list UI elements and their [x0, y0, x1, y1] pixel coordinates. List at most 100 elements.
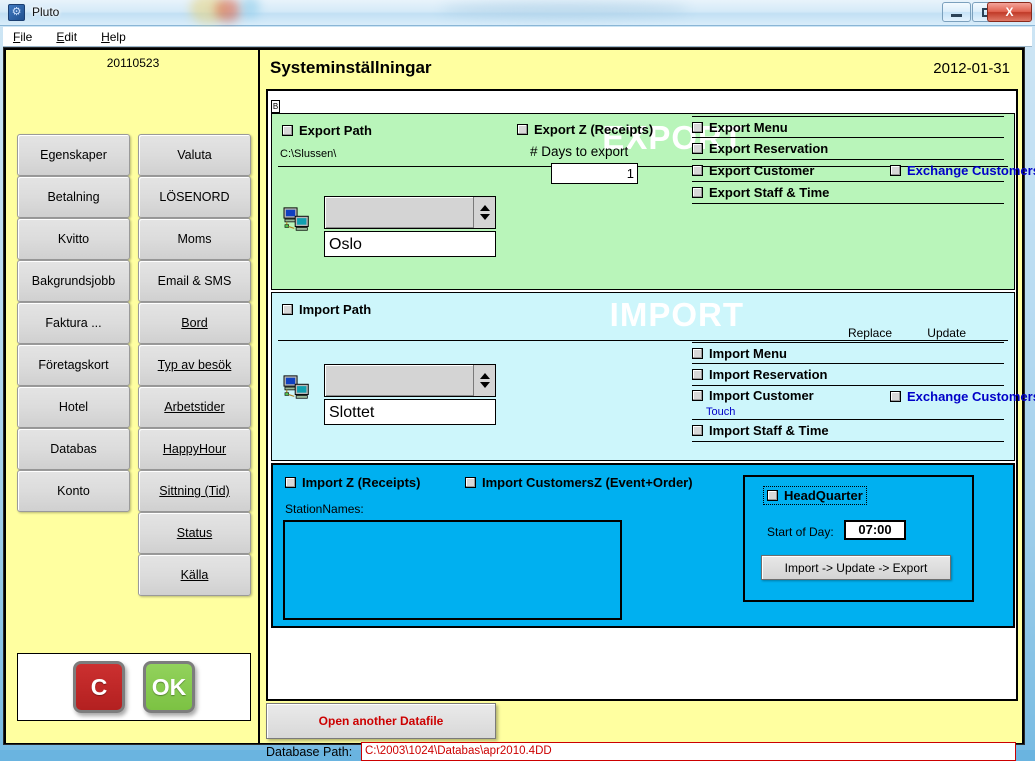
days-to-export-input[interactable]: 1: [551, 163, 638, 184]
menu-item-help[interactable]: Help: [101, 30, 126, 44]
checklist-label: Import Menu: [709, 345, 787, 361]
import-customersz-checkbox[interactable]: Import CustomersZ (Event+Order): [465, 475, 693, 490]
page-date: 2012-01-31: [933, 60, 1010, 77]
page-title: Systeminställningar: [270, 58, 432, 77]
checklist-row: Import Staff & Time: [692, 420, 1004, 442]
sidebar-button-arbetstider[interactable]: Arbetstider: [138, 386, 251, 428]
database-path-label: Database Path:: [266, 745, 353, 759]
sidebar-button-konto[interactable]: Konto: [17, 470, 130, 512]
checklist-label: Export Customer: [709, 163, 815, 178]
database-path-input[interactable]: C:\2003\1024\Databas\apr2010.4DD: [361, 742, 1016, 761]
station-names-label: StationNames:: [285, 502, 364, 516]
checkbox-icon: [890, 391, 901, 402]
sidebar: 20110523 Egenskaper Valuta Betalning LÖSENO…: [6, 50, 260, 743]
export-staff-time-checkbox[interactable]: Export Staff & Time: [692, 185, 829, 200]
checklist-label: Import Staff & Time: [709, 423, 829, 438]
sidebar-button-faktura[interactable]: Faktura ...: [17, 302, 130, 344]
desktop-bleed-4: [440, 2, 690, 18]
close-icon: X: [1005, 5, 1014, 19]
minimize-icon: [951, 13, 962, 17]
sidebar-button-bakgrundsjobb[interactable]: Bakgrundsjobb: [17, 260, 130, 302]
import-checklist: Import Menu Import Reservation Import Cust…: [692, 342, 1035, 442]
app-gear-icon: ⚙: [8, 4, 25, 21]
export-path-checkbox[interactable]: Export Path: [282, 123, 372, 138]
sidebar-button-kvitto[interactable]: Kvitto: [17, 218, 130, 260]
export-checklist: Export Menu Export Reservation Export Cust…: [692, 116, 1035, 204]
combo-spinner-icon[interactable]: [473, 365, 495, 396]
combo-spinner-icon[interactable]: [473, 197, 495, 228]
desktop-bleed-2: [215, 0, 241, 22]
open-another-datafile-button[interactable]: Open another Datafile: [266, 703, 496, 739]
bottom-bar: Open another Datafile Database Path: C:\…: [266, 703, 1018, 761]
checkbox-icon: [692, 121, 703, 133]
sidebar-button-databas[interactable]: Databas: [17, 428, 130, 470]
headquarter-checkbox[interactable]: HeadQuarter: [763, 486, 867, 505]
export-customer-checkbox[interactable]: Export Customer: [692, 163, 814, 178]
sidebar-button-k-lla[interactable]: Källa: [138, 554, 251, 596]
network-computers-icon: [283, 207, 309, 231]
import-station-name-input[interactable]: Slottet: [324, 399, 496, 425]
sidebar-button-typ-av-bes-k[interactable]: Typ av besök: [138, 344, 251, 386]
start-of-day-input[interactable]: 07:00: [844, 520, 906, 540]
export-panel: EXPORT Export Path C:\Slussen\ Oslo Expo…: [271, 113, 1035, 290]
import-customer-checkbox[interactable]: Import Customer: [692, 388, 814, 403]
export-reservation-checkbox[interactable]: Export Reservation: [692, 141, 828, 156]
start-of-day-label: Start of Day:: [767, 525, 834, 539]
sidebar-command-row: C OK: [17, 653, 251, 721]
import-staff-time-checkbox[interactable]: Import Staff & Time: [692, 423, 829, 438]
sidebar-button-status[interactable]: Status: [138, 512, 251, 554]
export-station-name-input[interactable]: Oslo: [324, 231, 496, 257]
sidebar-button-l-senord[interactable]: LÖSENORD: [138, 176, 251, 218]
headquarter-box: HeadQuarter Start of Day: 07:00 Import -…: [743, 475, 974, 602]
replace-column-label: Replace: [847, 326, 892, 340]
sidebar-button-egenskaper[interactable]: Egenskaper: [17, 134, 130, 176]
import-z-checkbox[interactable]: Import Z (Receipts): [285, 475, 420, 490]
sidebar-button-f-retagskort[interactable]: Företagskort: [17, 344, 130, 386]
sidebar-button-valuta[interactable]: Valuta: [138, 134, 251, 176]
checkbox-icon: [517, 124, 528, 135]
checklist-row: Import Customer Exchange Customers Touch: [692, 386, 1035, 420]
checkbox-icon: [282, 125, 293, 136]
minimize-button[interactable]: [942, 2, 971, 22]
export-station-combo[interactable]: [324, 196, 496, 229]
sidebar-button-bord[interactable]: Bord: [138, 302, 251, 344]
panel-tab-marker[interactable]: B: [271, 100, 280, 113]
ok-button[interactable]: OK: [143, 661, 195, 713]
sidebar-date-code: 20110523: [106, 56, 160, 70]
import-menu-checkbox[interactable]: Import Menu: [692, 346, 787, 361]
export-path-label: Export Path: [299, 123, 372, 138]
checkbox-icon: [692, 369, 703, 380]
title-bar: ⚙ Pluto X: [0, 0, 1035, 26]
sidebar-button-email-sms[interactable]: Email & SMS: [138, 260, 251, 302]
sidebar-button-happyhour[interactable]: HappyHour: [138, 428, 251, 470]
import-z-label: Import Z (Receipts): [302, 475, 421, 490]
import-reservation-checkbox[interactable]: Import Reservation: [692, 367, 827, 382]
main-pane: Systeminställningar 2012-01-31 B EXPORT …: [262, 50, 1035, 761]
menu-item-file[interactable]: File: [13, 30, 32, 44]
application-window: ⚙ Pluto X File Edit Help 20110523 Egensk…: [0, 0, 1035, 761]
exchange-customers-checkbox[interactable]: Exchange Customers: [890, 163, 1035, 178]
station-names-textarea[interactable]: [283, 520, 622, 620]
checkbox-icon: [282, 304, 293, 315]
sidebar-button-hotel[interactable]: Hotel: [17, 386, 130, 428]
import-update-export-button[interactable]: Import -> Update -> Export: [761, 555, 951, 580]
export-menu-checkbox[interactable]: Export Menu: [692, 120, 788, 135]
import-path-checkbox[interactable]: Import Path: [282, 302, 371, 317]
checklist-row: Export Staff & Time: [692, 182, 1004, 204]
export-z-label: Export Z (Receipts): [534, 122, 654, 137]
export-z-checkbox[interactable]: Export Z (Receipts): [517, 122, 653, 137]
exchange-customers-checkbox[interactable]: Exchange Customers: [890, 389, 1035, 404]
headquarter-label: HeadQuarter: [784, 488, 863, 503]
checklist-row: Import Reservation: [692, 364, 1004, 386]
sidebar-button-moms[interactable]: Moms: [138, 218, 251, 260]
client-inner: 20110523 Egenskaper Valuta Betalning LÖSENO…: [6, 50, 1035, 761]
menu-bar: File Edit Help: [3, 27, 1032, 47]
checklist-label: Export Staff & Time: [709, 185, 830, 200]
checkbox-icon: [692, 165, 703, 176]
cancel-button[interactable]: C: [73, 661, 125, 713]
sidebar-button-sittning-tid[interactable]: Sittning (Tid): [138, 470, 251, 512]
menu-item-edit[interactable]: Edit: [56, 30, 77, 44]
import-station-combo[interactable]: [324, 364, 496, 397]
close-button[interactable]: X: [987, 2, 1032, 22]
sidebar-button-betalning[interactable]: Betalning: [17, 176, 130, 218]
